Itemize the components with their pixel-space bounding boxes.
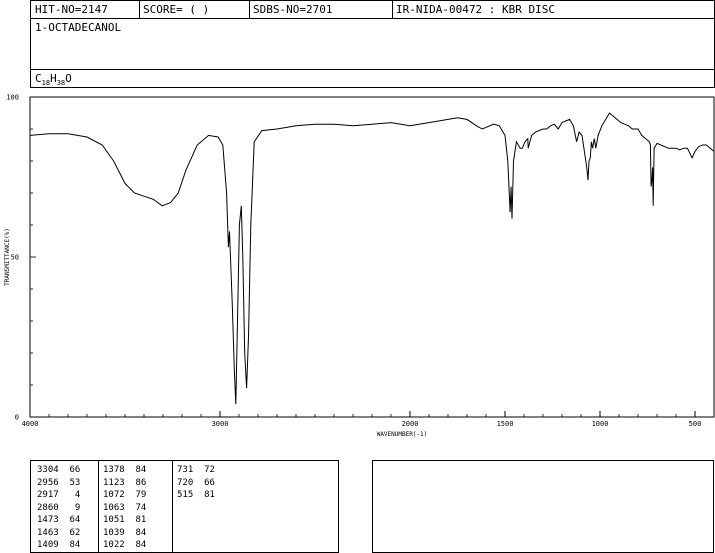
divider: [31, 69, 714, 70]
formula-h-count: 38: [56, 79, 66, 88]
peak-row: 1051 81: [103, 515, 147, 525]
peak-column-2: 1378 84 1123 86 1072 79 1063 74 1051 81 1039 …: [103, 464, 146, 552]
x-tick-label: 1500: [497, 420, 514, 428]
formula-c-count: 18: [41, 79, 51, 88]
annotation-box: [372, 460, 714, 553]
peak-row: 1039 84: [103, 527, 147, 538]
peak-row: 2860 9: [37, 502, 81, 513]
ir-spectrum-chart: 4000 3000 2000 1500 1000 500 0 50 100 WAVENUMBER…: [4, 94, 715, 438]
ir-identifier: IR-NIDA-00472 : KBR DISC: [396, 3, 555, 16]
peak-row: 1022 84: [103, 540, 147, 550]
sdbs-number: SDBS-NO=2701: [253, 3, 333, 16]
hit-number: HIT-NO=2147: [35, 3, 108, 16]
table-divider: [98, 461, 99, 552]
peak-row: 1072 79: [103, 490, 147, 500]
molecular-formula: C18H38O: [35, 72, 72, 90]
x-axis-label: WAVENUMBER(-1): [377, 431, 428, 438]
peak-row: 1473 64: [37, 515, 81, 525]
peak-row: 1378 84: [103, 465, 147, 475]
peak-column-3: 731 72 720 66 515 81: [177, 464, 215, 502]
formula-c: C: [35, 72, 42, 85]
peak-column-1: 3304 66 2956 53 2917 4 2860 9 1473 64 1463 62…: [37, 464, 80, 552]
peak-row: 3304 66: [37, 465, 81, 475]
peak-row: 1063 74: [103, 502, 147, 513]
peak-row: 2917 4: [37, 490, 81, 500]
formula-o: O: [65, 72, 72, 85]
formula-h: H: [50, 72, 57, 85]
peak-row: 2956 53: [37, 477, 81, 488]
y-tick-label: 100: [6, 94, 19, 102]
compound-name: 1-OCTADECANOL: [35, 21, 122, 34]
peak-table: 3304 66 2956 53 2917 4 2860 9 1473 64 1463 62…: [30, 460, 339, 553]
plot-frame: [29, 96, 715, 418]
spectrum-line: [29, 112, 715, 405]
y-axis-label: TRANSMITTANCE(%): [4, 228, 11, 286]
peak-row: 515 81: [177, 490, 215, 500]
peak-row: 720 66: [177, 477, 215, 488]
x-tick-label: 3000: [212, 420, 229, 428]
header-bar: HIT-NO=2147 SCORE= ( ) SDBS-NO=2701 IR-N…: [30, 0, 715, 19]
peak-row: 731 72: [177, 465, 215, 475]
y-tick-label: 50: [11, 254, 19, 262]
x-tick-label: 1000: [592, 420, 609, 428]
compound-box: 1-OCTADECANOL C18H38O: [30, 18, 715, 88]
x-tick-label: 4000: [22, 420, 39, 428]
peak-row: 1123 86: [103, 477, 147, 488]
score: SCORE= ( ): [143, 3, 210, 16]
peak-row: 1409 84: [37, 540, 81, 550]
x-tick-label: 2000: [402, 420, 419, 428]
y-tick-label: 0: [15, 414, 19, 422]
x-tick-label: 500: [689, 420, 702, 428]
table-divider: [172, 461, 173, 552]
peak-row: 1463 62: [37, 527, 81, 538]
